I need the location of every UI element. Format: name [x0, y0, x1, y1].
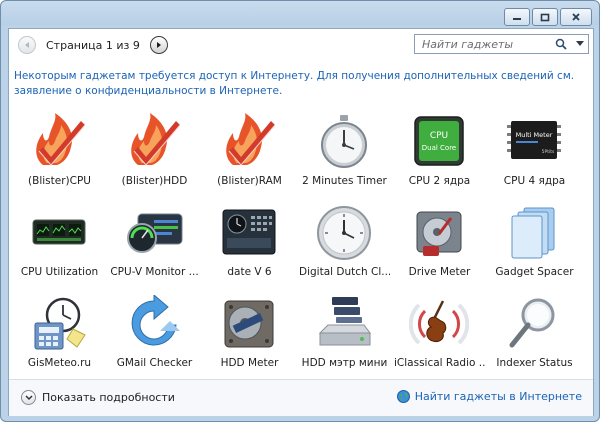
gadget-blister-ram[interactable]: (Blister)RAM [204, 109, 295, 197]
chip-text: 5Ptits [542, 149, 555, 155]
get-more-gadgets-online-link[interactable]: Найти гаджеты в Интернете [396, 390, 582, 403]
gadget-label: GMail Checker [116, 357, 193, 369]
client-area: Страница 1 из 9 Некоторым гаджетам требу… [8, 28, 594, 416]
maximize-button[interactable] [532, 8, 558, 26]
gadget-gallery-window: Страница 1 из 9 Некоторым гаджетам требу… [0, 0, 600, 422]
globe-icon [396, 390, 410, 403]
gadget-cpu-utilization[interactable]: CPU Utilization [14, 200, 105, 288]
hdd-disk-icon [224, 300, 274, 348]
cpu-monitor-gauge-icon [127, 213, 183, 253]
magnifier-icon [509, 298, 555, 348]
clock-calculator-icon [34, 297, 86, 350]
gadget-hdd-meter-mini[interactable]: HDD мэтр мини [299, 291, 390, 379]
arrow-left-icon [25, 42, 29, 48]
gadget-indexer-status[interactable]: Indexer Status [489, 291, 580, 379]
gadget-2-minutes-timer[interactable]: 2 Minutes Timer [299, 109, 390, 197]
chip-text: Multi Meter [516, 131, 553, 139]
gadget-label: Gadget Spacer [495, 266, 574, 278]
maximize-icon [540, 13, 550, 21]
gadget-row: GisMeteo.ru GMail Checker HDD Meter HDD … [14, 291, 586, 382]
flame-checkmark-icon [131, 113, 181, 166]
gadget-label: (Blister)RAM [217, 175, 282, 187]
cpu-chip-icon: CPU Dual Core [414, 116, 464, 166]
gadget-label: CPU Utilization [20, 266, 99, 278]
gadget-label: Indexer Status [496, 357, 573, 369]
minimize-button[interactable] [504, 8, 530, 26]
close-icon [572, 13, 580, 21]
gadget-label: iClassical Radio ... [394, 357, 485, 369]
refresh-arrow-icon [131, 295, 180, 346]
gadget-label: CPU 2 ядра [408, 175, 471, 187]
gadget-label: Drive Meter [408, 266, 471, 278]
get-more-gadgets-label[interactable]: Найти гаджеты в Интернете [415, 390, 582, 403]
gadget-label: 2 Minutes Timer [302, 175, 387, 187]
gadget-cpu-4-cores[interactable]: Multi Meter 5Ptits CPU 4 ядра [489, 109, 580, 197]
gadget-blister-hdd[interactable]: (Blister)HDD [109, 109, 200, 197]
server-stack-icon [318, 297, 371, 346]
cpu-graph-icon [32, 219, 86, 245]
chevron-down-icon[interactable] [576, 41, 584, 47]
search-icon[interactable] [555, 38, 567, 50]
gadget-blister-cpu[interactable]: (Blister)CPU [14, 109, 105, 197]
hard-drive-icon [416, 211, 462, 256]
flame-checkmark-icon [36, 113, 86, 166]
page-indicator: Страница 1 из 9 [46, 38, 140, 52]
gadget-gismeteo[interactable]: GisMeteo.ru [14, 291, 105, 379]
wall-clock-icon [317, 206, 371, 260]
calendar-clock-icon [222, 209, 276, 255]
page-navigation: Страница 1 из 9 [18, 36, 168, 54]
gadget-label: GisMeteo.ru [27, 357, 92, 369]
gadget-gmail-checker[interactable]: GMail Checker [109, 291, 200, 379]
gadget-drive-meter[interactable]: Drive Meter [394, 200, 485, 288]
chip-text: Dual Core [422, 144, 457, 152]
gadget-grid: (Blister)CPU (Blister)HDD (Blister)RAM 2… [14, 109, 586, 382]
gadget-date-v6[interactable]: date V 6 [204, 200, 295, 288]
search-input[interactable] [420, 36, 554, 52]
show-details-toggle[interactable]: Показать подробности [21, 390, 175, 405]
gadget-iclassical-radio[interactable]: iClassical Radio ... [394, 291, 485, 379]
stacked-pages-icon [511, 207, 555, 259]
gadget-row: CPU Utilization CPU-V Monitor ... date V… [14, 200, 586, 291]
gadget-label: CPU-V Monitor ... [110, 266, 199, 278]
close-button[interactable] [560, 8, 592, 26]
footer-bar: Показать подробности Найти гаджеты в Инт… [9, 379, 593, 416]
arrow-right-icon [156, 42, 161, 48]
gadget-label: date V 6 [227, 266, 272, 278]
show-details-label[interactable]: Показать подробности [42, 391, 175, 404]
previous-page-button[interactable] [18, 36, 36, 54]
gadget-label: CPU 4 ядра [503, 175, 566, 187]
chip-text: CPU [430, 131, 448, 141]
chevron-down-icon[interactable] [21, 390, 36, 405]
gadget-label: HDD мэтр мини [301, 357, 388, 369]
gadget-gadget-spacer[interactable]: Gadget Spacer [489, 200, 580, 288]
gadget-label: HDD Meter [220, 357, 279, 369]
violin-radio-icon [409, 300, 469, 345]
stopwatch-icon [321, 115, 367, 168]
search-box [414, 34, 589, 54]
gadget-hdd-meter[interactable]: HDD Meter [204, 291, 295, 379]
gadget-label: (Blister)CPU [28, 175, 91, 187]
window-controls [504, 8, 592, 26]
gadget-cpu-2-cores[interactable]: CPU Dual Core CPU 2 ядра [394, 109, 485, 197]
gadget-label: Digital Dutch Cl... [299, 266, 390, 278]
gadget-digital-dutch-clock[interactable]: Digital Dutch Cl... [299, 200, 390, 288]
internet-privacy-notice[interactable]: Некоторым гаджетам требуется доступ к Ин… [14, 69, 586, 99]
gadget-cpu-v-monitor[interactable]: CPU-V Monitor ... [109, 200, 200, 288]
next-page-button[interactable] [149, 36, 168, 54]
flame-checkmark-icon [226, 113, 276, 166]
minimize-icon [513, 18, 521, 20]
gadget-row: (Blister)CPU (Blister)HDD (Blister)RAM 2… [14, 109, 586, 200]
multi-meter-chip-icon: Multi Meter 5Ptits [507, 121, 561, 159]
gadget-label: (Blister)HDD [121, 175, 188, 187]
